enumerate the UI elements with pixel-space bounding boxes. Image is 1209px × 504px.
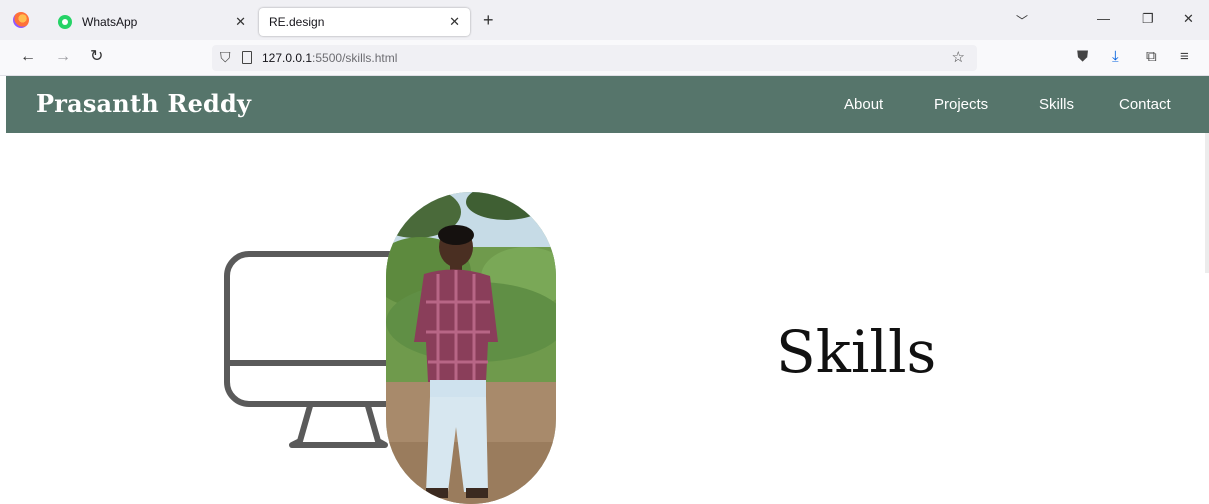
browser-window: WhatsApp ✕ RE.design ✕ + ﹀ — ❐ ✕ ← → ↻ ⛉… [0,0,1209,504]
profile-photo [386,192,556,504]
restore-icon[interactable]: ❐ [1142,12,1154,26]
shield-icon[interactable]: ⛉ [220,49,231,66]
firefox-menu-icon[interactable] [13,12,29,28]
chevron-down-icon[interactable]: ﹀ [1016,12,1028,29]
whatsapp-icon [58,15,72,29]
scrollbar[interactable] [1205,133,1209,273]
address-bar[interactable]: ⛉ 127.0.0.1:5500/skills.html ☆ [212,45,977,71]
nav-about[interactable]: About [844,96,883,113]
tab-label: RE.design [269,15,325,29]
url-host: 127.0.0.1 [262,51,313,65]
page-icon [242,51,252,64]
url-path: :5500/skills.html [312,51,398,65]
site-logo[interactable]: Prasanth Reddy [36,89,251,118]
forward-icon[interactable]: → [55,48,71,66]
tab-whatsapp[interactable]: WhatsApp ✕ [48,8,256,36]
navigation-toolbar: ← → ↻ ⛉ 127.0.0.1:5500/skills.html ☆ ⛊ ⤓… [0,40,1209,76]
pocket-icon[interactable]: ⛊ [1077,48,1088,66]
nav-skills[interactable]: Skills [1039,96,1074,113]
site-header: Prasanth Reddy About Projects Skills Con… [6,76,1209,133]
extensions-icon[interactable]: ⧉ [1146,48,1157,66]
close-tab-icon[interactable]: ✕ [449,14,460,30]
page-title: Skills [776,318,937,386]
nav-contact[interactable]: Contact [1119,96,1171,113]
reload-icon[interactable]: ↻ [90,48,103,66]
back-icon[interactable]: ← [20,48,36,66]
close-tab-icon[interactable]: ✕ [235,14,246,30]
menu-icon[interactable]: ≡ [1180,48,1189,66]
new-tab-icon[interactable]: + [483,11,494,29]
tab-redesign[interactable]: RE.design ✕ [259,8,470,36]
close-window-icon[interactable]: ✕ [1183,12,1194,26]
bookmark-star-icon[interactable]: ☆ [952,48,965,66]
nav-projects[interactable]: Projects [934,96,988,113]
tab-label: WhatsApp [82,15,138,29]
url-text[interactable]: 127.0.0.1:5500/skills.html [262,51,397,65]
download-icon[interactable]: ⤓ [1112,48,1119,66]
tab-strip: WhatsApp ✕ RE.design ✕ + ﹀ — ❐ ✕ [0,0,1209,40]
minimize-icon[interactable]: — [1097,12,1110,26]
